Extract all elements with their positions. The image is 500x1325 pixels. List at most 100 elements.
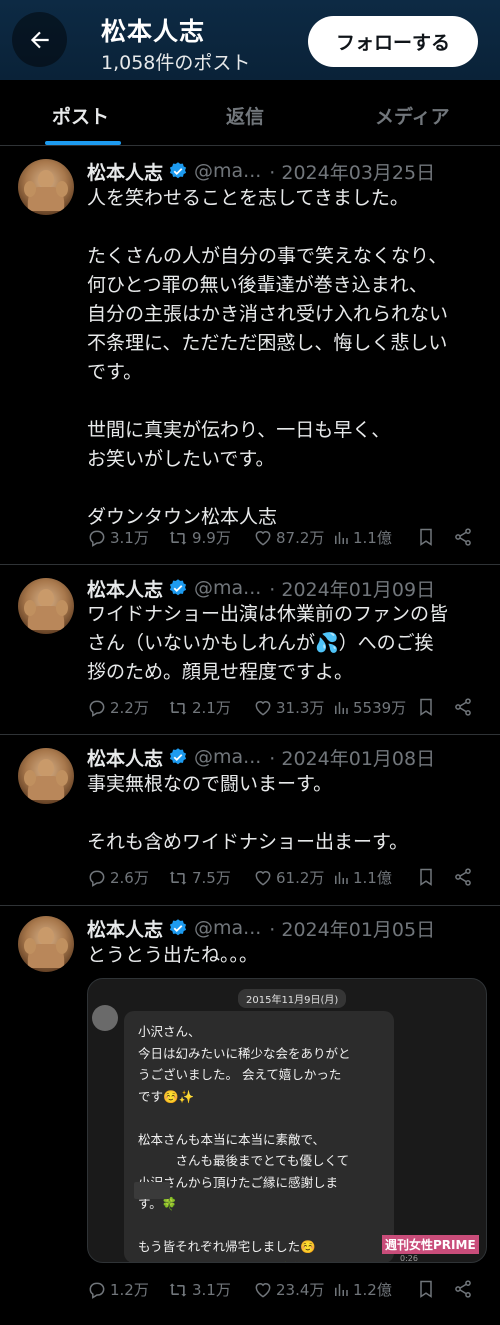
like-count: 61.2万 [276, 869, 325, 887]
avatar-image [24, 170, 68, 211]
avatar[interactable] [18, 748, 74, 804]
retweet-count: 9.9万 [192, 529, 231, 547]
bookmark-button[interactable] [416, 867, 439, 887]
share-icon [455, 868, 471, 886]
views-button[interactable]: 1.1億 [332, 527, 392, 548]
redacted-name [134, 1182, 170, 1199]
avatar-image [24, 589, 68, 630]
analytics-icon [335, 1283, 348, 1296]
view-count: 1.1億 [353, 529, 392, 547]
tab-replies[interactable]: 返信 [226, 102, 264, 129]
author-name[interactable]: 松本人志 [87, 158, 163, 185]
bookmark-button[interactable] [416, 527, 439, 547]
author-handle[interactable]: @ma... [194, 577, 261, 599]
author-handle[interactable]: @ma... [194, 160, 261, 182]
chat-time: 0:26 [400, 1254, 418, 1263]
heart-icon [255, 1282, 271, 1298]
retweet-count: 7.5万 [192, 869, 231, 887]
retweet-button[interactable]: 9.9万 [167, 527, 231, 548]
reply-icon [89, 1282, 105, 1299]
view-count: 5539万 [353, 699, 407, 717]
analytics-icon [335, 701, 348, 714]
like-button[interactable]: 61.2万 [253, 867, 324, 888]
profile-header: 松本人志 1,058件のポスト フォローする [0, 0, 500, 80]
analytics-icon [335, 871, 348, 884]
reply-button[interactable]: 3.1万 [87, 527, 149, 548]
like-button[interactable]: 87.2万 [253, 527, 324, 548]
tweet-date[interactable]: · 2024年01月08日 [269, 744, 435, 771]
chat-message: 小沢さん、 今日は幻みたいに稀少な会をありがと うございました。 会えて嬉しかっ… [138, 1024, 351, 1262]
tweet-date[interactable]: · 2024年03月25日 [269, 158, 435, 185]
tweet[interactable]: 松本人志 @ma... · 2024年01月05日 とうとう出たね。。。 201… [0, 907, 500, 1325]
views-button[interactable]: 1.2億 [332, 1279, 392, 1300]
avatar[interactable] [18, 578, 74, 634]
views-button[interactable]: 1.1億 [332, 867, 392, 888]
share-button[interactable] [453, 697, 476, 717]
post-count: 1,058件のポスト [101, 52, 251, 74]
tweet-actions: 1.2万 3.1万 23.4万 1.2億 [87, 1279, 487, 1305]
bookmark-icon [420, 868, 432, 886]
bookmark-button[interactable] [416, 1279, 439, 1299]
heart-icon [255, 530, 271, 546]
reply-count: 2.6万 [110, 869, 149, 887]
retweet-icon [169, 530, 187, 545]
avatar-image [24, 927, 68, 968]
tweet-header: 松本人志 @ma... · 2024年01月08日 [87, 743, 435, 771]
reply-button[interactable]: 2.6万 [87, 867, 149, 888]
tweet-media-image[interactable]: 2015年11月9日(月) 小沢さん、 今日は幻みたいに稀少な会をありがと うご… [87, 978, 487, 1263]
back-button[interactable] [12, 12, 67, 67]
share-icon [455, 1280, 471, 1298]
reply-button[interactable]: 1.2万 [87, 1279, 149, 1300]
reply-count: 2.2万 [110, 699, 149, 717]
retweet-button[interactable]: 7.5万 [167, 867, 231, 888]
profile-tabs: ポスト 返信 メディア [0, 80, 500, 146]
share-icon [455, 528, 471, 546]
tweet-text: とうとう出たね。。。 [87, 944, 259, 966]
follow-button[interactable]: フォローする [308, 16, 478, 67]
retweet-icon [169, 1282, 187, 1297]
view-count: 1.1億 [353, 869, 392, 887]
author-name[interactable]: 松本人志 [87, 915, 163, 942]
tab-posts[interactable]: ポスト [52, 102, 109, 129]
tweet-date[interactable]: · 2024年01月05日 [269, 915, 435, 942]
tweet-header: 松本人志 @ma... · 2024年01月05日 [87, 914, 435, 942]
tab-media[interactable]: メディア [375, 102, 450, 129]
tweet-actions: 2.6万 7.5万 61.2万 1.1億 [87, 867, 487, 893]
avatar-image [24, 759, 68, 800]
chat-date-label: 2015年11月9日(月) [238, 989, 347, 1008]
author-handle[interactable]: @ma... [194, 917, 261, 939]
share-icon [455, 698, 471, 716]
tweet-header: 松本人志 @ma... · 2024年03月25日 [87, 157, 435, 185]
view-count: 1.2億 [353, 1281, 392, 1299]
like-button[interactable]: 23.4万 [253, 1279, 324, 1300]
author-name[interactable]: 松本人志 [87, 744, 163, 771]
analytics-icon [335, 531, 348, 544]
arrow-left-icon [30, 31, 49, 48]
tweet[interactable]: 松本人志 @ma... · 2024年01月09日 ワイドナショー出演は休業前の… [0, 566, 500, 735]
bookmark-button[interactable] [416, 697, 439, 717]
author-name[interactable]: 松本人志 [87, 575, 163, 602]
share-button[interactable] [453, 527, 476, 547]
retweet-count: 2.1万 [192, 699, 231, 717]
bookmark-icon [420, 698, 432, 716]
author-handle[interactable]: @ma... [194, 746, 261, 768]
avatar[interactable] [18, 159, 74, 215]
chat-bubble: 小沢さん、 今日は幻みたいに稀少な会をありがと うございました。 会えて嬉しかっ… [124, 1011, 394, 1262]
bookmark-icon [420, 1280, 432, 1298]
tweet[interactable]: 松本人志 @ma... · 2024年01月08日 事実無根なので闘いまーす。 … [0, 736, 500, 906]
retweet-button[interactable]: 2.1万 [167, 697, 231, 718]
share-button[interactable] [453, 867, 476, 887]
tweet-date[interactable]: · 2024年01月09日 [269, 575, 435, 602]
like-button[interactable]: 31.3万 [253, 697, 324, 718]
tweet[interactable]: 松本人志 @ma... · 2024年03月25日 人を笑わせることを志してきま… [0, 147, 500, 565]
reply-button[interactable]: 2.2万 [87, 697, 149, 718]
tweet-actions: 2.2万 2.1万 31.3万 5539万 [87, 697, 487, 723]
views-button[interactable]: 5539万 [332, 697, 406, 718]
like-count: 31.3万 [276, 699, 325, 717]
verified-badge-icon [168, 747, 188, 767]
share-button[interactable] [453, 1279, 476, 1299]
avatar[interactable] [18, 916, 74, 972]
retweet-button[interactable]: 3.1万 [167, 1279, 231, 1300]
heart-icon [255, 870, 271, 886]
like-count: 87.2万 [276, 529, 325, 547]
